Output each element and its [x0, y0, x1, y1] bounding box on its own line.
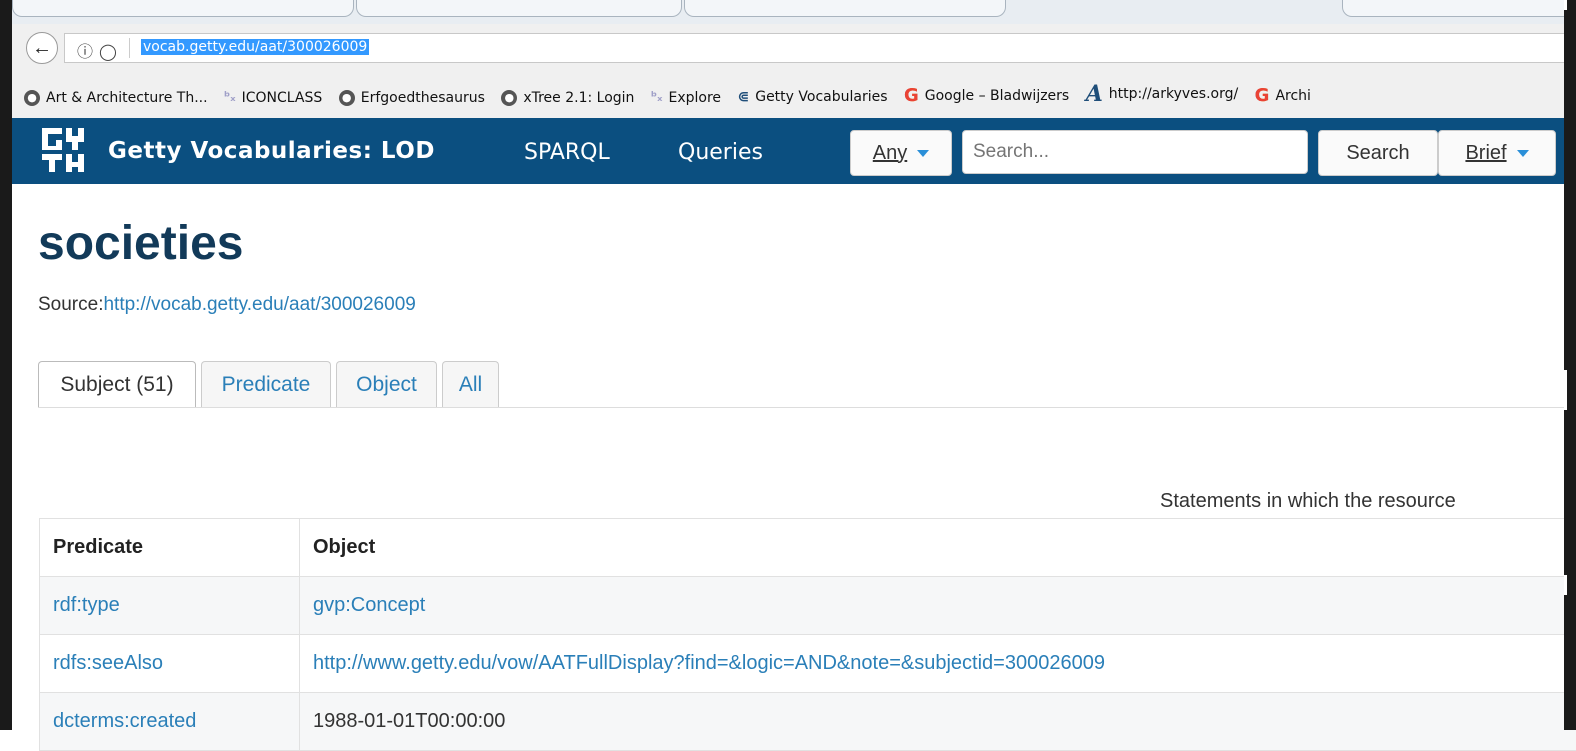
- site-navbar: Getty Vocabularies: LOD SPARQL Queries A…: [12, 118, 1564, 184]
- source-line: Source:http://vocab.getty.edu/aat/300026…: [38, 294, 416, 316]
- statements-caption: Statements in which the resource: [1160, 490, 1456, 513]
- bookmark-label: Google – Bladwijzers: [925, 88, 1069, 104]
- source-link[interactable]: http://vocab.getty.edu/aat/300026009: [103, 294, 415, 315]
- nav-link-sparql[interactable]: SPARQL: [524, 140, 610, 165]
- site-brand[interactable]: Getty Vocabularies: LOD: [108, 138, 435, 164]
- predicate-link[interactable]: dcterms:created: [40, 693, 300, 751]
- bookmark-arkyves[interactable]: Ahttp://arkyves.org/: [1086, 70, 1239, 118]
- url-bar: ← ⓘ◯ vocab.getty.edu/aat/300026009: [12, 24, 1564, 71]
- window-frame-left: [0, 0, 12, 730]
- caret-down-icon: [917, 150, 929, 157]
- search-input[interactable]: [962, 130, 1308, 174]
- bookmark-erfgoedthesaurus[interactable]: ● Erfgoedthesaurus: [339, 74, 485, 119]
- table-row: dcterms:created 1988-01-01T00:00:00: [40, 693, 1576, 751]
- bookmark-label: xTree 2.1: Login: [523, 90, 634, 106]
- kd-icon: ᵇₓ: [651, 90, 663, 105]
- window-frame-right: [1564, 0, 1576, 730]
- browser-tab[interactable]: [1342, 0, 1574, 17]
- predicate-link[interactable]: rdfs:seeAlso: [40, 635, 300, 693]
- divider: [129, 38, 130, 58]
- bookmark-label: Getty Vocabularies: [755, 89, 887, 105]
- tabs-divider: [38, 407, 1564, 408]
- bookmarks-toolbar: ● Art & Architecture Th... ᵇₓ ICONCLASS ● E…: [12, 70, 1564, 119]
- bookmark-aat[interactable]: ● Art & Architecture Th...: [24, 74, 208, 119]
- caret-down-icon: [1517, 150, 1529, 157]
- statements-table: Predicate Object rdf:type gvp:Concept rd…: [39, 518, 1576, 751]
- bookmark-explore[interactable]: ᵇₓ Explore: [651, 74, 721, 120]
- globe-icon: ●: [24, 90, 40, 106]
- arkyves-icon: A: [1086, 81, 1103, 107]
- bookmark-label: Erfgoedthesaurus: [361, 90, 485, 106]
- source-label: Source:: [38, 294, 103, 315]
- table-row: rdf:type gvp:Concept: [40, 577, 1576, 635]
- search-scope-dropdown[interactable]: Any: [850, 130, 952, 176]
- page-title: societies: [38, 214, 243, 274]
- bookmark-archi[interactable]: G Archi: [1255, 72, 1311, 120]
- view-mode-dropdown[interactable]: Brief: [1438, 130, 1556, 176]
- bookmark-label: ICONCLASS: [242, 90, 323, 106]
- table-row: rdfs:seeAlso http://www.getty.edu/vow/AA…: [40, 635, 1576, 693]
- url-text[interactable]: vocab.getty.edu/aat/300026009: [141, 39, 369, 55]
- tab-subject[interactable]: Subject (51): [38, 361, 196, 408]
- object-link[interactable]: gvp:Concept: [300, 577, 1576, 635]
- google-icon: G: [904, 85, 919, 106]
- object-link[interactable]: http://www.getty.edu/vow/AATFullDisplay?…: [300, 635, 1576, 693]
- bookmark-label: Explore: [668, 90, 721, 106]
- column-header-predicate: Predicate: [40, 519, 300, 577]
- nav-link-queries[interactable]: Queries: [678, 140, 763, 165]
- google-icon: G: [1255, 85, 1270, 106]
- bookmark-label: Archi: [1275, 88, 1311, 104]
- search-button[interactable]: Search: [1318, 130, 1438, 176]
- bookmark-getty[interactable]: ⋐ Getty Vocabularies: [737, 73, 887, 119]
- browser-tab[interactable]: [356, 0, 682, 17]
- bookmark-xtree[interactable]: ● xTree 2.1: Login: [501, 74, 634, 119]
- address-field[interactable]: ⓘ◯ vocab.getty.edu/aat/300026009: [64, 33, 1565, 63]
- view-mode-label: Brief: [1465, 142, 1506, 165]
- bookmark-iconclass[interactable]: ᵇₓ ICONCLASS: [224, 74, 322, 120]
- tab-object[interactable]: Object: [336, 361, 437, 407]
- back-button[interactable]: ←: [26, 32, 58, 64]
- browser-tab-strip: [12, 0, 1564, 24]
- bookmark-label: http://arkyves.org/: [1109, 86, 1238, 102]
- browser-tab[interactable]: [684, 0, 1006, 17]
- tab-all[interactable]: All: [442, 361, 499, 407]
- bookmark-google[interactable]: G Google – Bladwijzers: [904, 72, 1069, 120]
- column-header-object: Object: [300, 519, 1576, 577]
- kd-icon: ᵇₓ: [224, 90, 236, 105]
- predicate-link[interactable]: rdf:type: [40, 577, 300, 635]
- scope-label: Any: [873, 142, 907, 165]
- bookmark-label: Art & Architecture Th...: [46, 90, 208, 106]
- tab-predicate[interactable]: Predicate: [201, 361, 331, 407]
- globe-icon: ●: [501, 90, 517, 106]
- browser-tab[interactable]: [12, 0, 354, 17]
- table-header-row: Predicate Object: [40, 519, 1576, 577]
- getty-logo-icon[interactable]: [38, 124, 90, 176]
- globe-icon: ●: [339, 90, 355, 106]
- getty-icon: ⋐: [737, 89, 749, 105]
- object-value: 1988-01-01T00:00:00: [300, 693, 1576, 751]
- back-arrow-icon: ←: [32, 37, 52, 60]
- site-info-icon[interactable]: ⓘ◯: [77, 38, 123, 62]
